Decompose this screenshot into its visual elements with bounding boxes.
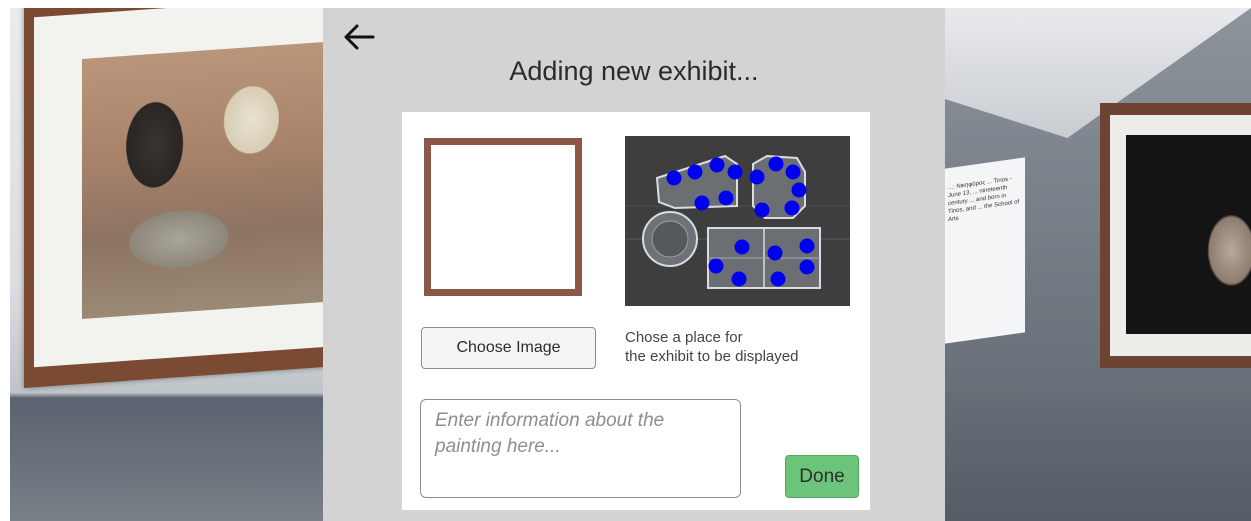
place-hint-line2: the exhibit to be displayed [625, 348, 799, 365]
floor-plan-svg [625, 136, 850, 306]
right-painting-frame [1100, 103, 1251, 368]
right-floor [945, 388, 1251, 521]
page-title: Adding new exhibit... [509, 56, 759, 86]
left-painting [82, 42, 324, 319]
exhibit-form-card: Choose Image Chose a place for the exhib… [402, 112, 870, 510]
left-painting-frame [24, 8, 324, 389]
arrow-left-icon [344, 24, 375, 50]
place-hint: Chose a place for the exhibit to be disp… [625, 328, 855, 366]
done-button[interactable]: Done [785, 455, 859, 498]
choose-image-button[interactable]: Choose Image [421, 327, 596, 369]
left-floor [10, 398, 323, 521]
painting-info-input[interactable]: Enter information about the painting her… [420, 399, 741, 498]
floor-plan-map[interactable] [625, 136, 850, 306]
image-preview-frame [424, 138, 582, 296]
exhibit-placard: ...: Νικηφόρος ... Tinos - June 13, ... … [945, 157, 1025, 344]
right-painting [1126, 135, 1251, 334]
placard-text: ...: Νικηφόρος ... Tinos - June 13, ... … [948, 176, 1020, 224]
place-hint-line1: Chose a place for [625, 329, 743, 346]
add-exhibit-panel: Adding new exhibit... Choose Image Chose… [323, 8, 945, 521]
back-button[interactable] [341, 22, 377, 52]
